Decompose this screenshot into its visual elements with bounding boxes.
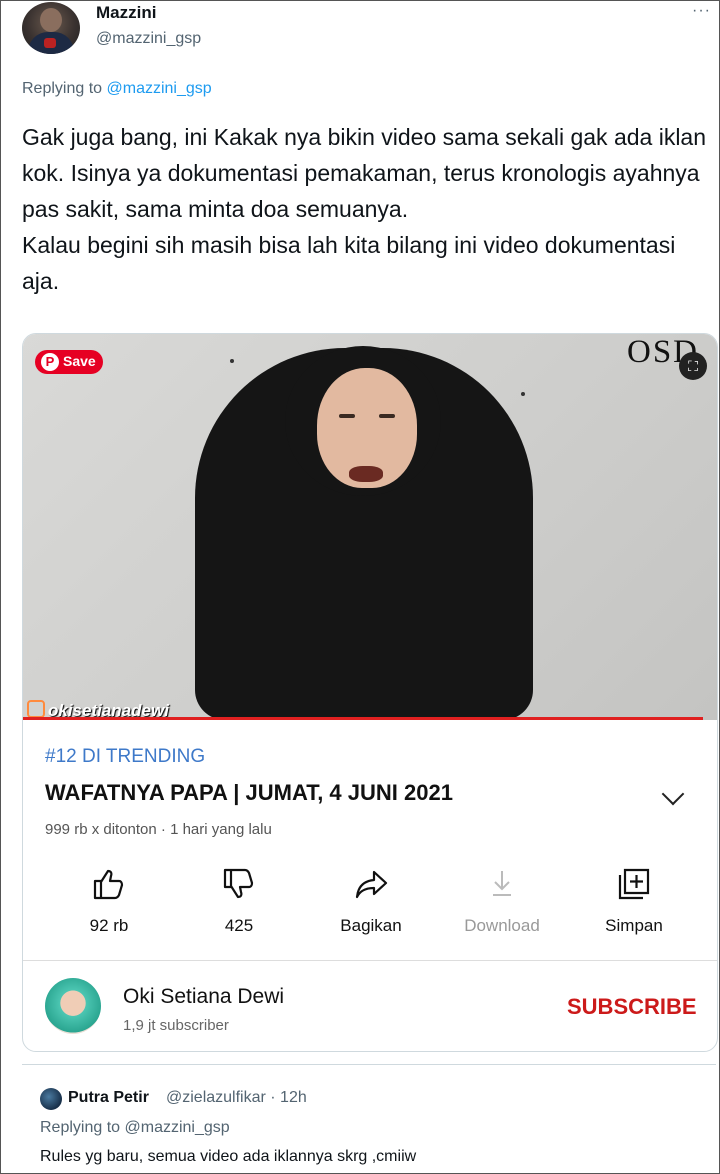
wall-dot: [230, 359, 234, 363]
video-progress-bar[interactable]: [23, 717, 703, 720]
video-title: WAFATNYA PAPA | JUMAT, 4 JUNI 2021: [45, 780, 453, 805]
reply-author-handle[interactable]: @zielazulfikar · 12h: [166, 1089, 307, 1107]
author-avatar[interactable]: [22, 2, 80, 54]
replying-to: Replying to @mazzini_gsp: [22, 80, 212, 98]
more-options-icon[interactable]: ···: [692, 2, 711, 20]
channel-name[interactable]: Oki Setiana Dewi: [123, 985, 284, 1009]
video-meta: 999 rb x ditonton · 1 hari yang lalu: [45, 821, 272, 838]
tweet-text: Gak juga bang, ini Kakak nya bikin video…: [22, 124, 707, 294]
dislike-button[interactable]: 425: [189, 866, 289, 936]
replying-handle-link[interactable]: @mazzini_gsp: [107, 80, 212, 97]
author-handle[interactable]: @mazzini_gsp: [96, 30, 201, 48]
action-bar: 92 rb 425 Bagikan Download Simpan: [23, 866, 717, 946]
like-count: 92 rb: [89, 916, 129, 935]
subscribe-button[interactable]: SUBSCRIBE: [567, 994, 697, 1020]
thumbs-up-icon: [93, 869, 124, 900]
divider: [23, 960, 717, 961]
instagram-icon: [27, 700, 45, 718]
wall-dot: [521, 392, 525, 396]
dislike-count: 425: [224, 916, 254, 935]
share-label: Bagikan: [340, 916, 402, 935]
pinterest-save-button[interactable]: P Save: [35, 350, 103, 374]
share-button[interactable]: Bagikan: [321, 866, 421, 936]
eye: [339, 414, 355, 418]
download-label: Download: [464, 916, 540, 935]
replying-prefix: Replying to: [22, 80, 107, 97]
reply-replying-to[interactable]: Replying to @mazzini_gsp: [40, 1119, 230, 1137]
download-button[interactable]: Download: [452, 866, 552, 936]
reply-author-name[interactable]: Putra Petir: [68, 1089, 149, 1107]
author-name[interactable]: Mazzini: [96, 3, 156, 23]
download-icon: [493, 871, 511, 896]
save-label: Simpan: [605, 916, 663, 935]
share-icon: [355, 870, 388, 899]
pinterest-save-label: Save: [63, 353, 96, 369]
subscriber-count: 1,9 jt subscriber: [123, 1017, 229, 1034]
reply-text: Rules yg baru, semua video ada iklannya …: [40, 1148, 417, 1165]
chevron-down-icon[interactable]: [661, 782, 685, 806]
eye: [379, 414, 395, 418]
save-playlist-button[interactable]: Simpan: [584, 866, 684, 936]
thumbs-down-icon: [223, 868, 254, 899]
pinterest-icon: P: [41, 353, 59, 371]
like-button[interactable]: 92 rb: [59, 866, 159, 936]
save-to-playlist-icon: [618, 868, 650, 900]
tweet-divider: [22, 1064, 716, 1065]
mouth: [349, 466, 383, 482]
trending-badge[interactable]: #12 DI TRENDING: [45, 746, 205, 768]
video-frame[interactable]: P Save OSD ⛶ okisetianadewi: [23, 334, 717, 720]
youtube-screenshot-image[interactable]: P Save OSD ⛶ okisetianadewi #12 DI TREND…: [22, 333, 718, 1052]
visual-search-icon[interactable]: ⛶: [679, 352, 707, 380]
reply-author-avatar[interactable]: [40, 1088, 62, 1110]
channel-avatar[interactable]: [45, 978, 101, 1034]
